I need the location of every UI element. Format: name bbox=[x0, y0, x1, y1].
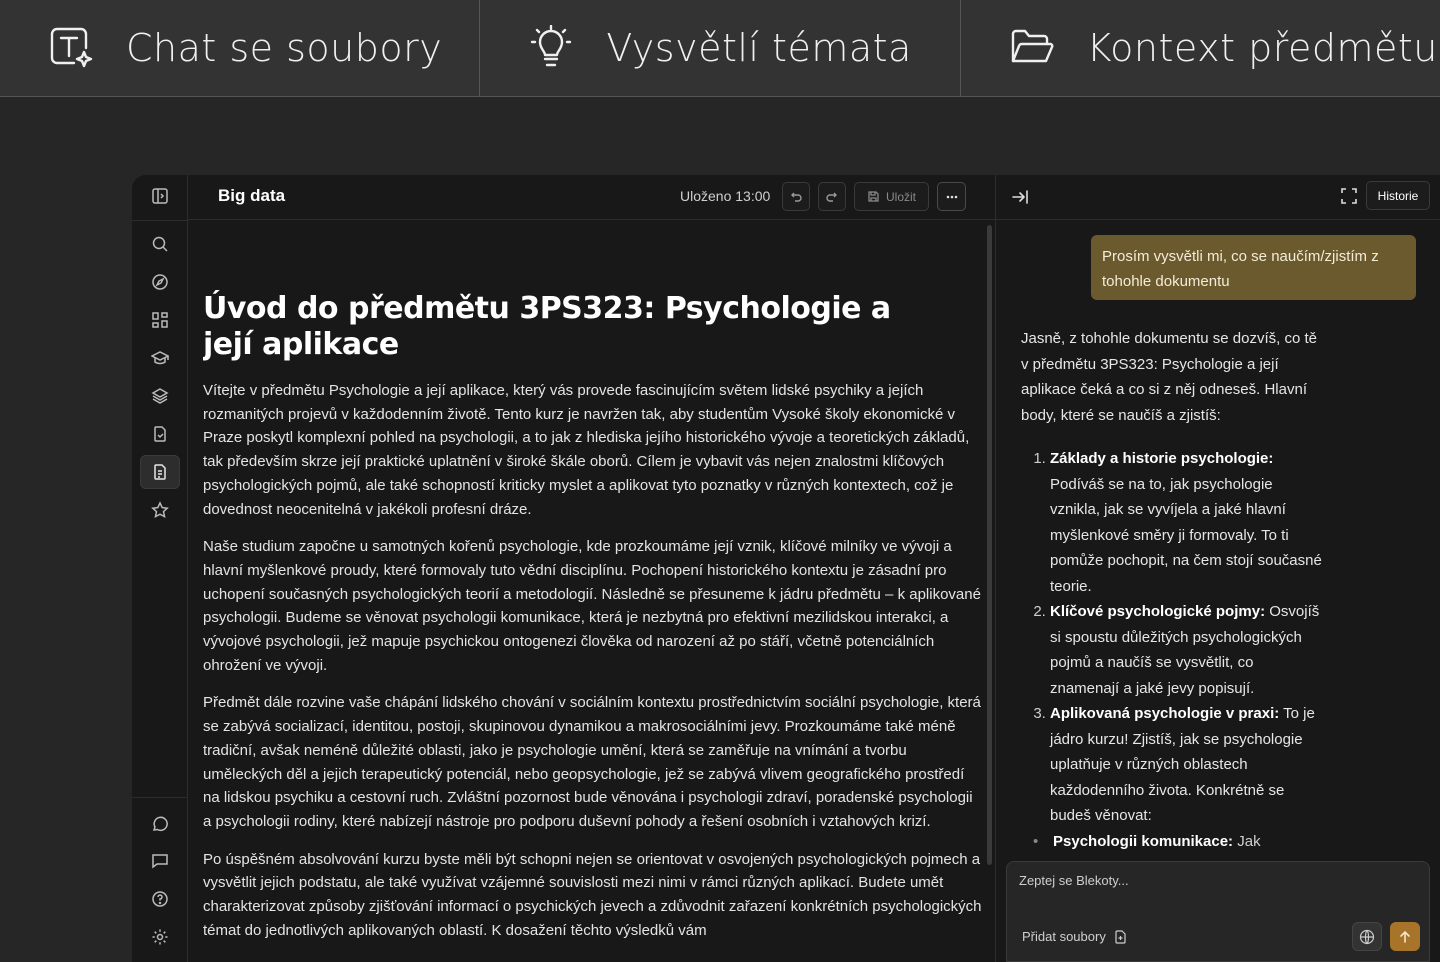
layers-icon[interactable] bbox=[140, 379, 180, 413]
arrow-up-icon bbox=[1400, 930, 1410, 943]
user-message: Prosím vysvětli mi, co se naučím/zjistím… bbox=[1091, 235, 1416, 300]
star-icon[interactable] bbox=[140, 493, 180, 527]
file-check-icon[interactable] bbox=[140, 417, 180, 451]
editor-header: Big data Uloženo 13:00 Uložit bbox=[188, 175, 996, 220]
saved-status: Uloženo 13:00 bbox=[680, 188, 771, 204]
chat-composer: Zeptej se Blekoty... Přidat soubory bbox=[1006, 861, 1430, 962]
redo-icon bbox=[826, 192, 837, 202]
document-editor: Big data Uloženo 13:00 Uložit Úvod do př… bbox=[188, 175, 996, 962]
add-files-button[interactable]: Přidat soubory bbox=[1022, 929, 1127, 944]
sidebar-toggle-icon[interactable] bbox=[140, 179, 180, 213]
graduation-cap-icon[interactable] bbox=[140, 341, 180, 375]
list-item: Základy a historie psychologie: Podíváš … bbox=[1050, 446, 1326, 599]
globe-icon bbox=[1359, 929, 1375, 944]
assistant-answer: Jasně, z tohohle dokumentu se dozvíš, co… bbox=[1021, 326, 1326, 854]
editor-scrollbar[interactable] bbox=[987, 225, 992, 865]
save-icon bbox=[868, 191, 879, 202]
folder-open-icon bbox=[1009, 25, 1055, 71]
feature-label: Chat se soubory bbox=[126, 26, 443, 70]
document-icon[interactable] bbox=[140, 455, 180, 489]
more-options-button[interactable] bbox=[937, 182, 966, 211]
chat-bubble-icon[interactable] bbox=[140, 807, 180, 841]
message-square-icon[interactable] bbox=[140, 844, 180, 878]
sub-list-item: Psychologii komunikace: Jak bbox=[1021, 829, 1326, 855]
text-sparkle-icon bbox=[48, 25, 94, 71]
document-name: Big data bbox=[218, 186, 286, 205]
paragraph: Po úspěšném absolvování kurzu byste měli… bbox=[203, 850, 982, 939]
feature-bar: Chat se soubory Vysvětlí témata Kontext … bbox=[0, 0, 1440, 97]
answer-list: Základy a historie psychologie: Podíváš … bbox=[1021, 446, 1326, 829]
undo-icon bbox=[791, 192, 802, 202]
send-button[interactable] bbox=[1390, 922, 1420, 951]
list-item: Aplikovaná psychologie v praxi: To je já… bbox=[1050, 701, 1326, 829]
history-button[interactable]: Historie bbox=[1366, 181, 1430, 210]
feature-explain-topics: Vysvětlí témata bbox=[480, 0, 961, 96]
list-item: Klíčové psychologické pojmy: Osvojíš si … bbox=[1050, 599, 1326, 701]
feature-subject-context: Kontext předmětu bbox=[961, 0, 1440, 96]
web-search-button[interactable] bbox=[1352, 922, 1382, 951]
compass-icon[interactable] bbox=[140, 265, 180, 299]
paragraph: Vítejte v předmětu Psychologie a její ap… bbox=[203, 382, 970, 518]
app-window: Big data Uloženo 13:00 Uložit Úvod do př… bbox=[132, 175, 1440, 962]
icon-rail bbox=[132, 175, 188, 962]
lightbulb-icon bbox=[528, 25, 574, 71]
document-content[interactable]: Úvod do předmětu 3PS323: Psychologie a j… bbox=[203, 221, 983, 962]
save-button[interactable]: Uložit bbox=[854, 182, 929, 211]
feature-label: Vysvětlí témata bbox=[606, 26, 912, 70]
document-title: Úvod do předmětu 3PS323: Psychologie a j… bbox=[203, 291, 891, 362]
feature-label: Kontext předmětu bbox=[1086, 26, 1438, 70]
more-icon bbox=[946, 195, 957, 198]
collapse-panel-icon[interactable] bbox=[1010, 187, 1030, 212]
search-icon[interactable] bbox=[140, 227, 180, 261]
answer-intro: Jasně, z tohohle dokumentu se dozvíš, co… bbox=[1021, 330, 1318, 424]
feature-chat-with-files: Chat se soubory bbox=[0, 0, 481, 96]
help-icon[interactable] bbox=[140, 882, 180, 916]
fullscreen-icon[interactable] bbox=[1340, 187, 1358, 210]
paragraph: Předmět dále rozvine vaše chápání lidské… bbox=[203, 694, 981, 830]
grid-icon[interactable] bbox=[140, 303, 180, 337]
paragraph: Naše studium započne u samotných kořenů … bbox=[203, 538, 981, 674]
chat-header: Historie bbox=[996, 175, 1440, 220]
settings-icon[interactable] bbox=[140, 920, 180, 954]
redo-button[interactable] bbox=[818, 182, 846, 211]
chat-input[interactable]: Zeptej se Blekoty... bbox=[1019, 873, 1129, 888]
undo-button[interactable] bbox=[782, 182, 810, 211]
file-plus-icon bbox=[1115, 929, 1126, 944]
chat-panel: Historie Prosím vysvětli mi, co se naučí… bbox=[996, 175, 1440, 962]
